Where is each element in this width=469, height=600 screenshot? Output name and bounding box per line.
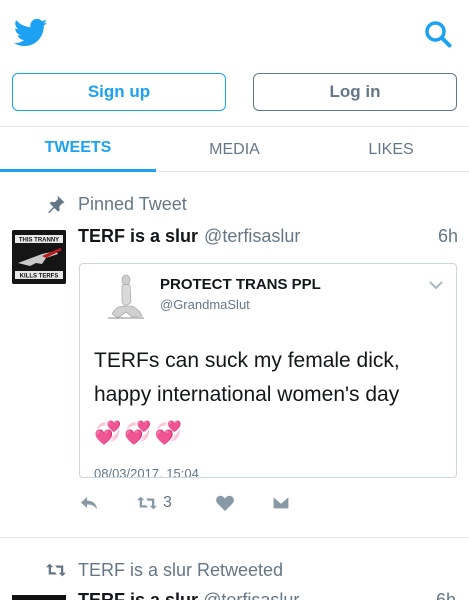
tweet-author-name[interactable]: TERF is a slur bbox=[78, 226, 198, 247]
direct-message-button[interactable] bbox=[271, 490, 291, 516]
avatar-caption-top: THIS TRANNY bbox=[19, 238, 59, 244]
log-in-button[interactable]: Log in bbox=[253, 73, 457, 111]
quoted-tweet[interactable]: PROTECT TRANS PPL @GrandmaSlut TERFs can… bbox=[79, 263, 457, 478]
retweet-count: 3 bbox=[163, 494, 172, 511]
next-tweet-timestamp[interactable]: 6h bbox=[436, 590, 456, 600]
retweet-icon bbox=[137, 496, 157, 510]
envelope-icon bbox=[272, 495, 290, 510]
tweet-actions: 3 bbox=[79, 490, 459, 516]
tweet-timestamp[interactable]: 6h bbox=[438, 226, 458, 247]
pinned-tweet-text: Pinned Tweet bbox=[78, 193, 187, 214]
quoted-author-name[interactable]: PROTECT TRANS PPL bbox=[160, 276, 321, 293]
quoted-author-handle[interactable]: @GrandmaSlut bbox=[160, 297, 250, 312]
reply-icon bbox=[81, 497, 97, 509]
tweet-author-handle[interactable]: @terfisaslur bbox=[204, 226, 300, 247]
next-tweet-author-name[interactable]: TERF is a slur bbox=[78, 590, 198, 600]
avatar-caption-bottom: KILLS TERFS bbox=[20, 274, 59, 280]
tab-likes[interactable]: LIKES bbox=[313, 127, 469, 172]
heart-icon bbox=[216, 495, 234, 511]
tweet-header: TERF is a slur @terfisaslur 6h bbox=[78, 226, 458, 252]
tab-media[interactable]: MEDIA bbox=[156, 127, 313, 172]
retweet-icon bbox=[46, 563, 66, 577]
quoted-tweet-text: TERFs can suck my female dick, happy int… bbox=[94, 349, 400, 406]
tab-tweets[interactable]: TWEETS bbox=[0, 127, 156, 172]
reply-button[interactable] bbox=[79, 490, 99, 516]
quoted-tweet-date: 08/03/2017, 15:04 bbox=[94, 466, 199, 478]
retweet-button[interactable]: 3 bbox=[137, 490, 172, 516]
chevron-down-icon[interactable] bbox=[429, 280, 443, 290]
avatar-image: THIS TRANNY KILLS TERFS bbox=[12, 230, 66, 284]
retweeted-text: TERF is a slur Retweeted bbox=[78, 559, 284, 580]
avatar[interactable]: THIS TRANNY KILLS TERFS bbox=[12, 230, 66, 284]
twitter-bird-icon[interactable] bbox=[14, 18, 48, 48]
quoted-avatar bbox=[98, 272, 148, 322]
pin-icon bbox=[48, 195, 65, 214]
profile-tabs: TWEETS MEDIA LIKES bbox=[0, 126, 469, 172]
retweeted-label: TERF is a slur Retweeted bbox=[46, 557, 283, 583]
quoted-tweet-emoji: 💞💞💞 bbox=[94, 420, 186, 445]
next-tweet-avatar[interactable] bbox=[12, 595, 66, 600]
like-button[interactable] bbox=[215, 490, 235, 516]
next-tweet-header: TERF is a slur @terfisaslur bbox=[78, 590, 299, 600]
sign-up-button[interactable]: Sign up bbox=[12, 73, 226, 111]
search-icon[interactable] bbox=[424, 20, 452, 48]
next-tweet-author-handle[interactable]: @terfisaslur bbox=[203, 590, 299, 600]
tweet-divider bbox=[0, 537, 469, 538]
top-bar bbox=[0, 0, 469, 68]
pinned-tweet-label: Pinned Tweet bbox=[46, 191, 187, 217]
